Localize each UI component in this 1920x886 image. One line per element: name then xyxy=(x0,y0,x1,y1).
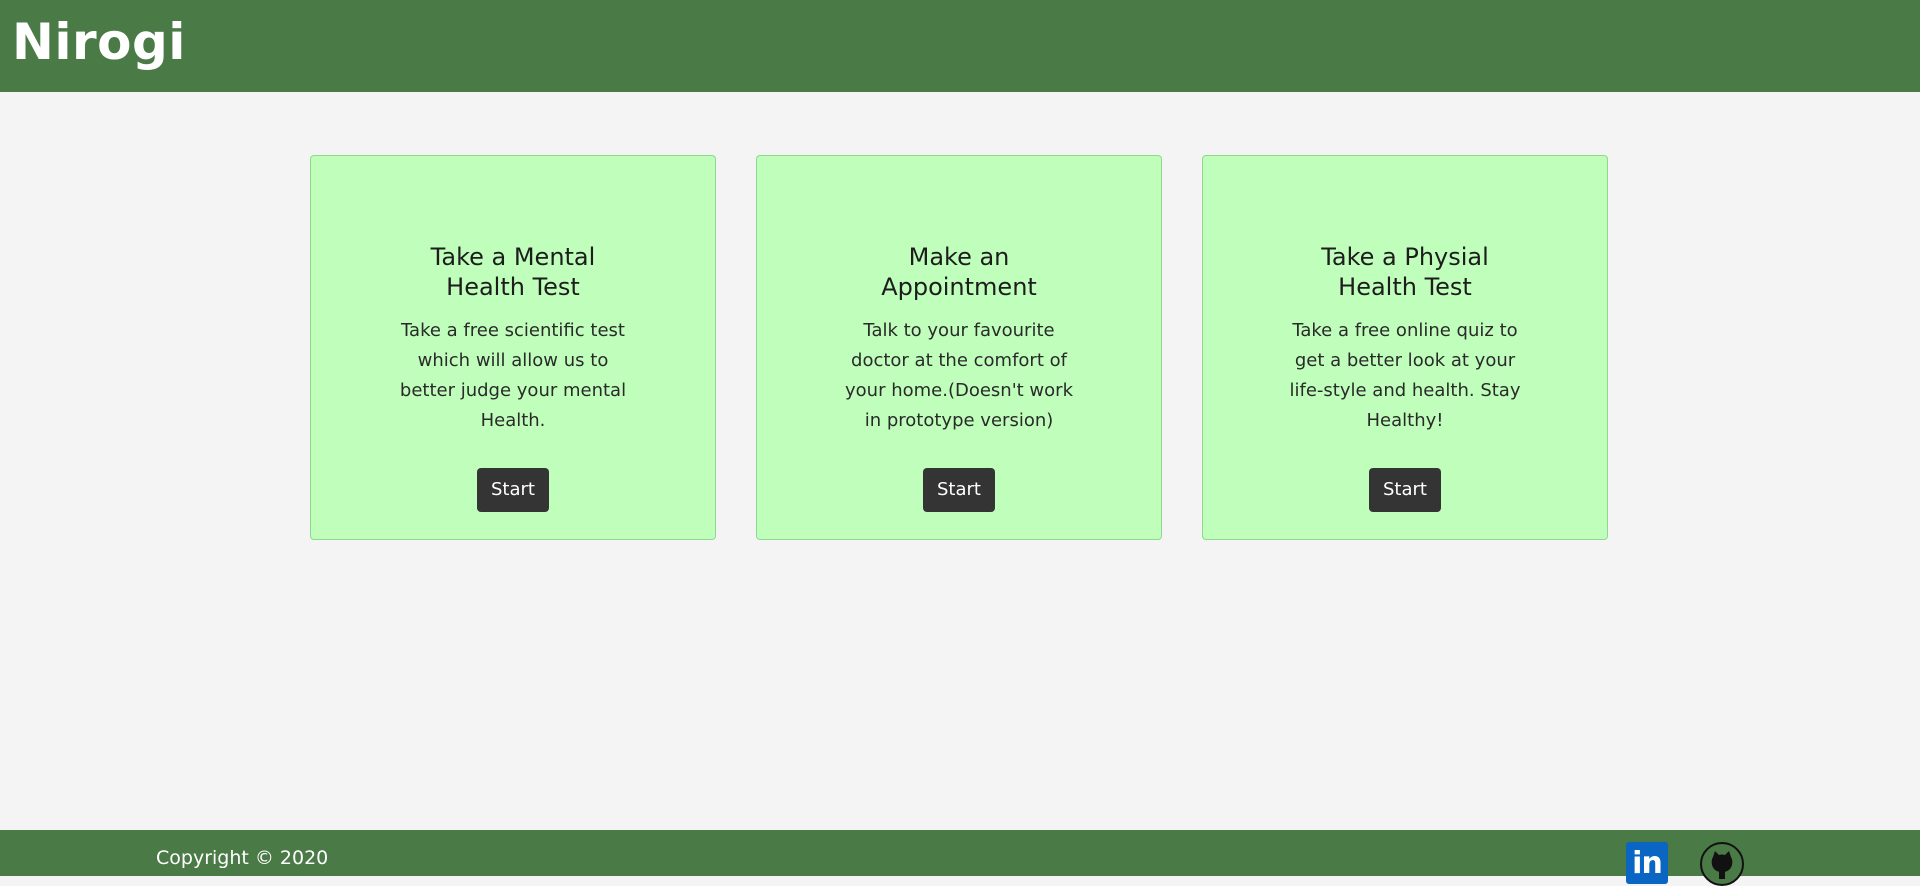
github-icon xyxy=(1700,842,1744,886)
footer: Copyright © 2020 in xyxy=(0,830,1920,886)
card-physical-health-test: Take a Physial Health Test Take a free o… xyxy=(1202,155,1608,540)
linkedin-link[interactable]: in xyxy=(1626,842,1668,884)
brand-logo[interactable]: Nirogi xyxy=(12,10,186,74)
start-mental-test-button[interactable]: Start xyxy=(477,468,549,512)
navbar: Nirogi xyxy=(0,0,1920,92)
card-description: Talk to your favourite doctor at the com… xyxy=(845,320,1073,431)
card-mental-health-test: Take a Mental Health Test Take a free sc… xyxy=(310,155,716,540)
start-physical-test-button[interactable]: Start xyxy=(1369,468,1441,512)
card-appointment: Make an Appointment Talk to your favouri… xyxy=(756,155,1162,540)
start-appointment-button[interactable]: Start xyxy=(923,468,995,512)
card-title: Take a Physial Health Test xyxy=(1321,243,1489,301)
feature-cards: Take a Mental Health Test Take a free sc… xyxy=(310,155,1610,542)
linkedin-icon: in xyxy=(1626,842,1668,884)
github-link[interactable] xyxy=(1700,842,1744,886)
card-title: Take a Mental Health Test xyxy=(430,243,596,301)
copyright-text: Copyright © 2020 xyxy=(156,847,329,869)
card-description: Take a free scientific test which will a… xyxy=(399,320,627,431)
card-title: Make an Appointment xyxy=(881,243,1037,301)
card-description: Take a free online quiz to get a better … xyxy=(1289,320,1521,431)
